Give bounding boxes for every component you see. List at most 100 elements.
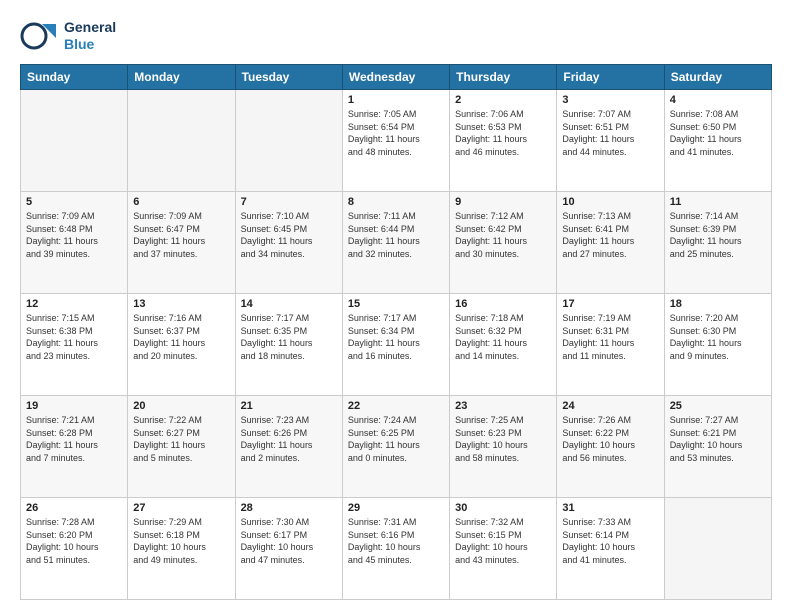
calendar-cell: 12 Sunrise: 7:15 AM Sunset: 6:38 PM Dayli… — [21, 294, 128, 396]
logo-general-text: General — [64, 19, 116, 36]
day-number: 17 — [562, 298, 658, 310]
logo: GeneralBlue — [20, 16, 116, 56]
calendar-cell: 31Sunrise: 7:33 AM Sunset: 6:14 PM Dayli… — [557, 498, 664, 600]
calendar-cell: 8Sunrise: 7:11 AM Sunset: 6:44 PM Daylig… — [342, 192, 449, 294]
day-info: Sunrise: 7:10 AM Sunset: 6:45 PM Dayligh… — [241, 210, 337, 260]
calendar-cell: 22 Sunrise: 7:24 AM Sunset: 6:25 PM Dayli… — [342, 396, 449, 498]
day-info: Sunrise: 7:15 AM Sunset: 6:38 PM Dayligh… — [26, 312, 122, 362]
weekday-header-sunday: Sunday — [21, 65, 128, 90]
header: GeneralBlue — [20, 16, 772, 56]
day-info: Sunrise: 7:22 AM Sunset: 6:27 PM Dayligh… — [133, 414, 229, 464]
day-number: 19 — [26, 400, 122, 412]
day-info: Sunrise: 7:32 AM Sunset: 6:15 PM Dayligh… — [455, 516, 551, 566]
calendar-cell: 13 Sunrise: 7:16 AM Sunset: 6:37 PM Dayli… — [128, 294, 235, 396]
day-info: Sunrise: 7:05 AM Sunset: 6:54 PM Dayligh… — [348, 108, 444, 158]
calendar-cell: 7Sunrise: 7:10 AM Sunset: 6:45 PM Daylig… — [235, 192, 342, 294]
calendar-cell — [664, 498, 771, 600]
day-number: 3 — [562, 94, 658, 106]
calendar-cell: 15 Sunrise: 7:17 AM Sunset: 6:34 PM Dayli… — [342, 294, 449, 396]
day-number: 4 — [670, 94, 766, 106]
day-info: Sunrise: 7:09 AM Sunset: 6:47 PM Dayligh… — [133, 210, 229, 260]
calendar-cell: 29Sunrise: 7:31 AM Sunset: 6:16 PM Dayli… — [342, 498, 449, 600]
calendar-week-row: 26 Sunrise: 7:28 AM Sunset: 6:20 PM Dayli… — [21, 498, 772, 600]
calendar-cell: 2Sunrise: 7:06 AM Sunset: 6:53 PM Daylig… — [450, 90, 557, 192]
calendar-cell: 6 Sunrise: 7:09 AM Sunset: 6:47 PM Daylig… — [128, 192, 235, 294]
weekday-header-saturday: Saturday — [664, 65, 771, 90]
calendar-cell: 18 Sunrise: 7:20 AM Sunset: 6:30 PM Dayli… — [664, 294, 771, 396]
calendar-cell: 20 Sunrise: 7:22 AM Sunset: 6:27 PM Dayli… — [128, 396, 235, 498]
day-number: 15 — [348, 298, 444, 310]
day-number: 31 — [562, 502, 658, 514]
day-info: Sunrise: 7:23 AM Sunset: 6:26 PM Dayligh… — [241, 414, 337, 464]
day-number: 13 — [133, 298, 229, 310]
day-number: 18 — [670, 298, 766, 310]
day-info: Sunrise: 7:08 AM Sunset: 6:50 PM Dayligh… — [670, 108, 766, 158]
calendar-cell: 19Sunrise: 7:21 AM Sunset: 6:28 PM Dayli… — [21, 396, 128, 498]
calendar-week-row: 12 Sunrise: 7:15 AM Sunset: 6:38 PM Dayli… — [21, 294, 772, 396]
logo-svg — [20, 16, 60, 56]
day-info: Sunrise: 7:17 AM Sunset: 6:35 PM Dayligh… — [241, 312, 337, 362]
weekday-header-tuesday: Tuesday — [235, 65, 342, 90]
calendar-cell: 23Sunrise: 7:25 AM Sunset: 6:23 PM Dayli… — [450, 396, 557, 498]
calendar-table: SundayMondayTuesdayWednesdayThursdayFrid… — [20, 64, 772, 600]
day-info: Sunrise: 7:11 AM Sunset: 6:44 PM Dayligh… — [348, 210, 444, 260]
calendar-cell: 14 Sunrise: 7:17 AM Sunset: 6:35 PM Dayli… — [235, 294, 342, 396]
day-info: Sunrise: 7:30 AM Sunset: 6:17 PM Dayligh… — [241, 516, 337, 566]
day-info: Sunrise: 7:31 AM Sunset: 6:16 PM Dayligh… — [348, 516, 444, 566]
calendar-cell: 4 Sunrise: 7:08 AM Sunset: 6:50 PM Daylig… — [664, 90, 771, 192]
day-number: 1 — [348, 94, 444, 106]
day-number: 16 — [455, 298, 551, 310]
day-info: Sunrise: 7:20 AM Sunset: 6:30 PM Dayligh… — [670, 312, 766, 362]
day-number: 6 — [133, 196, 229, 208]
day-info: Sunrise: 7:28 AM Sunset: 6:20 PM Dayligh… — [26, 516, 122, 566]
day-number: 2 — [455, 94, 551, 106]
day-number: 26 — [26, 502, 122, 514]
day-info: Sunrise: 7:24 AM Sunset: 6:25 PM Dayligh… — [348, 414, 444, 464]
calendar-week-row: 19Sunrise: 7:21 AM Sunset: 6:28 PM Dayli… — [21, 396, 772, 498]
calendar-cell: 21 Sunrise: 7:23 AM Sunset: 6:26 PM Dayli… — [235, 396, 342, 498]
calendar-cell: 28 Sunrise: 7:30 AM Sunset: 6:17 PM Dayli… — [235, 498, 342, 600]
calendar-cell: 9 Sunrise: 7:12 AM Sunset: 6:42 PM Daylig… — [450, 192, 557, 294]
day-number: 12 — [26, 298, 122, 310]
day-number: 9 — [455, 196, 551, 208]
day-number: 14 — [241, 298, 337, 310]
day-info: Sunrise: 7:07 AM Sunset: 6:51 PM Dayligh… — [562, 108, 658, 158]
calendar-week-row: 5 Sunrise: 7:09 AM Sunset: 6:48 PM Daylig… — [21, 192, 772, 294]
calendar-cell: 16Sunrise: 7:18 AM Sunset: 6:32 PM Dayli… — [450, 294, 557, 396]
calendar-cell — [128, 90, 235, 192]
page: GeneralBlue SundayMondayTuesdayWednesday… — [0, 0, 792, 612]
calendar-cell: 27 Sunrise: 7:29 AM Sunset: 6:18 PM Dayli… — [128, 498, 235, 600]
calendar-cell — [235, 90, 342, 192]
day-info: Sunrise: 7:16 AM Sunset: 6:37 PM Dayligh… — [133, 312, 229, 362]
day-number: 11 — [670, 196, 766, 208]
day-number: 22 — [348, 400, 444, 412]
day-number: 25 — [670, 400, 766, 412]
day-number: 21 — [241, 400, 337, 412]
day-info: Sunrise: 7:29 AM Sunset: 6:18 PM Dayligh… — [133, 516, 229, 566]
calendar-cell: 30 Sunrise: 7:32 AM Sunset: 6:15 PM Dayli… — [450, 498, 557, 600]
calendar-cell: 3 Sunrise: 7:07 AM Sunset: 6:51 PM Daylig… — [557, 90, 664, 192]
day-number: 23 — [455, 400, 551, 412]
calendar-cell: 11 Sunrise: 7:14 AM Sunset: 6:39 PM Dayli… — [664, 192, 771, 294]
day-number: 20 — [133, 400, 229, 412]
day-number: 30 — [455, 502, 551, 514]
weekday-header-monday: Monday — [128, 65, 235, 90]
day-info: Sunrise: 7:12 AM Sunset: 6:42 PM Dayligh… — [455, 210, 551, 260]
calendar-cell: 25Sunrise: 7:27 AM Sunset: 6:21 PM Dayli… — [664, 396, 771, 498]
day-number: 10 — [562, 196, 658, 208]
day-number: 28 — [241, 502, 337, 514]
calendar-cell: 17 Sunrise: 7:19 AM Sunset: 6:31 PM Dayli… — [557, 294, 664, 396]
day-info: Sunrise: 7:19 AM Sunset: 6:31 PM Dayligh… — [562, 312, 658, 362]
day-info: Sunrise: 7:13 AM Sunset: 6:41 PM Dayligh… — [562, 210, 658, 260]
day-info: Sunrise: 7:14 AM Sunset: 6:39 PM Dayligh… — [670, 210, 766, 260]
calendar-cell: 26 Sunrise: 7:28 AM Sunset: 6:20 PM Dayli… — [21, 498, 128, 600]
calendar-cell: 24Sunrise: 7:26 AM Sunset: 6:22 PM Dayli… — [557, 396, 664, 498]
weekday-header-row: SundayMondayTuesdayWednesdayThursdayFrid… — [21, 65, 772, 90]
weekday-header-thursday: Thursday — [450, 65, 557, 90]
day-info: Sunrise: 7:17 AM Sunset: 6:34 PM Dayligh… — [348, 312, 444, 362]
calendar-cell — [21, 90, 128, 192]
calendar-cell: 5 Sunrise: 7:09 AM Sunset: 6:48 PM Daylig… — [21, 192, 128, 294]
day-number: 27 — [133, 502, 229, 514]
day-number: 5 — [26, 196, 122, 208]
day-info: Sunrise: 7:09 AM Sunset: 6:48 PM Dayligh… — [26, 210, 122, 260]
